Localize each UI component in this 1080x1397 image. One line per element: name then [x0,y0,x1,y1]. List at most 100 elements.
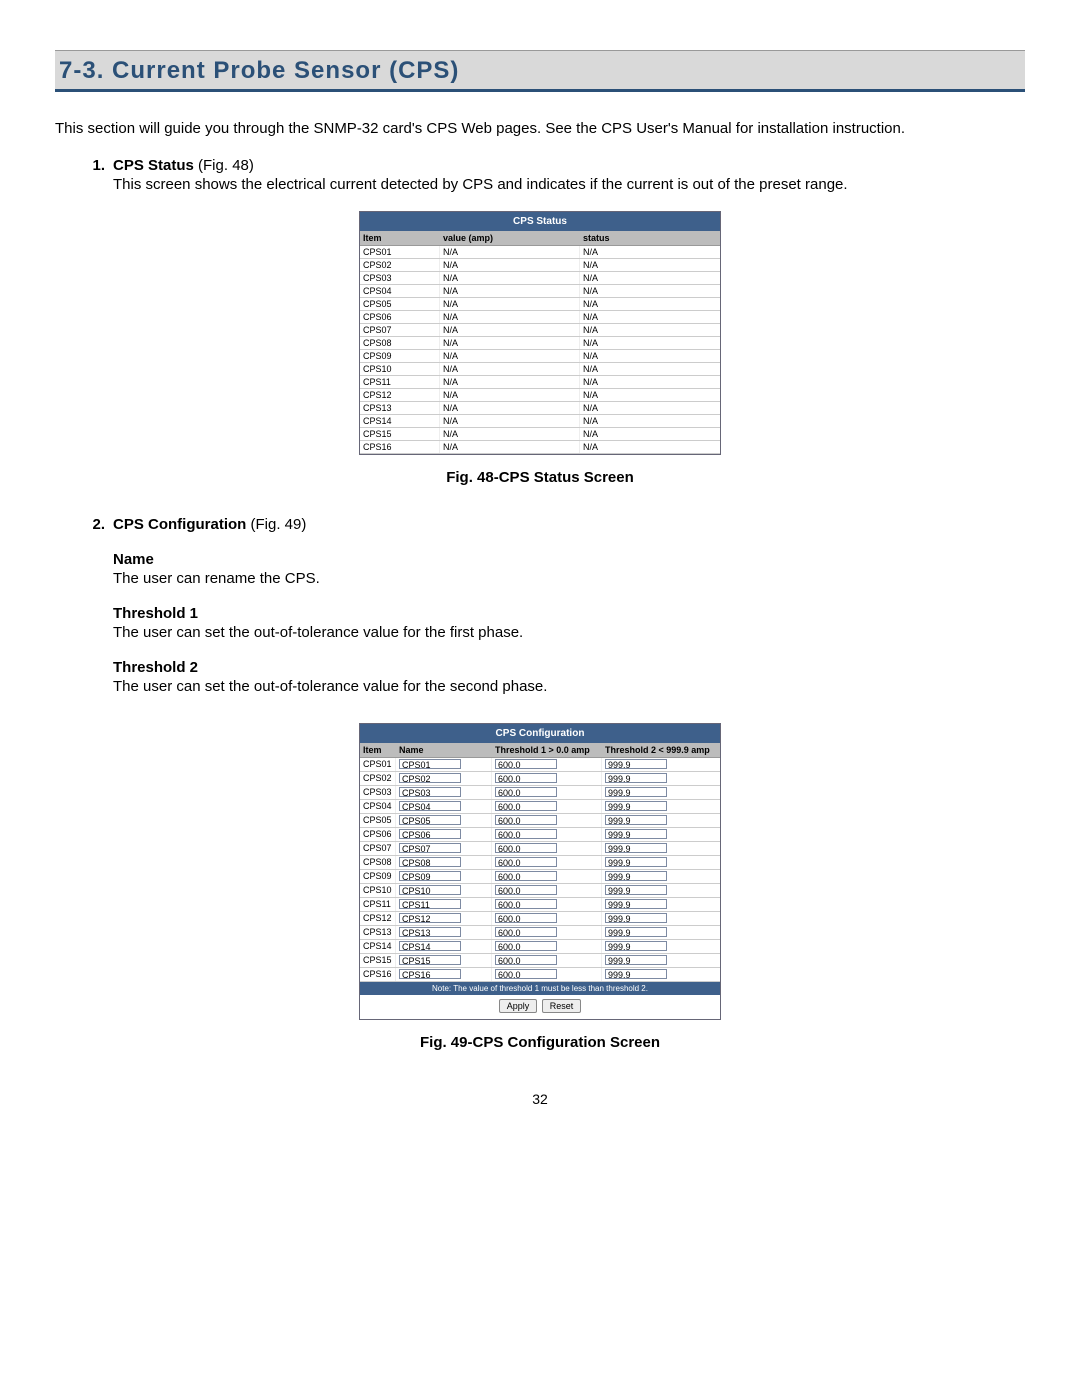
status-cell-status: N/A [580,415,720,427]
threshold1-input[interactable]: 600.0 [495,801,557,811]
status-cell-status: N/A [580,363,720,375]
threshold2-input[interactable]: 999.9 [605,857,667,867]
config-row: CPS12CPS12600.0999.9 [360,912,720,926]
name-input[interactable]: CPS10 [399,885,461,895]
cfg-cell-t1: 600.0 [492,758,602,771]
apply-button[interactable]: Apply [499,999,538,1013]
threshold2-input[interactable]: 999.9 [605,885,667,895]
cfg-cell-item: CPS07 [360,842,396,855]
threshold1-input[interactable]: 600.0 [495,857,557,867]
reset-button[interactable]: Reset [542,999,582,1013]
threshold1-input[interactable]: 600.0 [495,941,557,951]
threshold1-input[interactable]: 600.0 [495,969,557,979]
name-input[interactable]: CPS01 [399,759,461,769]
threshold1-input[interactable]: 600.0 [495,773,557,783]
threshold1-input[interactable]: 600.0 [495,871,557,881]
cfg-cell-t2: 999.9 [602,912,720,925]
section-heading: 7-3. Current Probe Sensor (CPS) [59,57,1021,85]
threshold2-input[interactable]: 999.9 [605,815,667,825]
cps-config-title: CPS Configuration [360,724,720,743]
threshold1-input[interactable]: 600.0 [495,899,557,909]
status-row: CPS14N/AN/A [360,415,720,428]
threshold1-input[interactable]: 600.0 [495,759,557,769]
threshold2-input[interactable]: 999.9 [605,899,667,909]
name-input[interactable]: CPS03 [399,787,461,797]
cfg-cell-name: CPS04 [396,800,492,813]
name-input[interactable]: CPS09 [399,871,461,881]
threshold1-input[interactable]: 600.0 [495,787,557,797]
cfg-cell-t1: 600.0 [492,772,602,785]
cfg-cell-t1: 600.0 [492,884,602,897]
name-input[interactable]: CPS14 [399,941,461,951]
threshold2-input[interactable]: 999.9 [605,927,667,937]
name-input[interactable]: CPS13 [399,927,461,937]
status-row: CPS05N/AN/A [360,298,720,311]
item2-title: CPS Configuration (Fig. 49) [113,516,306,533]
status-row: CPS09N/AN/A [360,350,720,363]
status-cell-item: CPS04 [360,285,440,297]
status-row: CPS16N/AN/A [360,441,720,454]
cfg-cell-t1: 600.0 [492,842,602,855]
config-row: CPS13CPS13600.0999.9 [360,926,720,940]
config-row: CPS06CPS06600.0999.9 [360,828,720,842]
threshold1-input[interactable]: 600.0 [495,913,557,923]
cfg-cell-name: CPS13 [396,926,492,939]
name-input[interactable]: CPS06 [399,829,461,839]
name-input[interactable]: CPS04 [399,801,461,811]
threshold2-input[interactable]: 999.9 [605,871,667,881]
threshold2-input[interactable]: 999.9 [605,969,667,979]
threshold1-input[interactable]: 600.0 [495,885,557,895]
name-input[interactable]: CPS08 [399,857,461,867]
cps-config-screen: CPS Configuration Item Name Threshold 1 … [359,723,721,1020]
cfg-cell-t1: 600.0 [492,786,602,799]
threshold2-input[interactable]: 999.9 [605,843,667,853]
status-row: CPS02N/AN/A [360,259,720,272]
config-row: CPS11CPS11 600.0 999.9 [360,898,720,912]
name-input[interactable]: CPS12 [399,913,461,923]
name-input[interactable]: CPS02 [399,773,461,783]
status-cell-item: CPS16 [360,441,440,453]
name-input[interactable]: CPS16 [399,969,461,979]
threshold1-input[interactable]: 600.0 [495,843,557,853]
name-input[interactable]: CPS05 [399,815,461,825]
threshold2-input[interactable]: 999.9 [605,787,667,797]
cfg-cell-name: CPS15 [396,954,492,967]
config-row: CPS03CPS03600.0999.9 [360,786,720,800]
sub-th2-text: The user can set the out-of-tolerance va… [113,678,1025,695]
cfg-cell-name: CPS14 [396,940,492,953]
threshold2-input[interactable]: 999.9 [605,829,667,839]
status-cell-value: N/A [440,441,580,453]
cfg-cell-item: CPS15 [360,954,396,967]
status-row: CPS11N/AN/A [360,376,720,389]
threshold1-input[interactable]: 600.0 [495,955,557,965]
sub-th1-head: Threshold 1 [113,605,1025,622]
status-cell-item: CPS15 [360,428,440,440]
name-input[interactable]: CPS11 [399,899,461,909]
threshold2-input[interactable]: 999.9 [605,759,667,769]
sub-name-text: The user can rename the CPS. [113,570,1025,587]
sub-th1-text: The user can set the out-of-tolerance va… [113,624,1025,641]
cfg-cell-name: CPS10 [396,884,492,897]
config-row: CPS07CPS07 600.0 999.9 [360,842,720,856]
cfg-cell-name: CPS16 [396,968,492,981]
status-cell-status: N/A [580,259,720,271]
name-input[interactable]: CPS07 [399,843,461,853]
threshold1-input[interactable]: 600.0 [495,829,557,839]
status-cell-value: N/A [440,415,580,427]
threshold2-input[interactable]: 999.9 [605,941,667,951]
config-row: CPS10CPS10600.0999.9 [360,884,720,898]
name-input[interactable]: CPS15 [399,955,461,965]
threshold1-input[interactable]: 600.0 [495,815,557,825]
cps-status-screen: CPS Status Item value (amp) status CPS01… [359,211,721,455]
status-row: CPS10N/AN/A [360,363,720,376]
threshold2-input[interactable]: 999.9 [605,955,667,965]
threshold2-input[interactable]: 999.9 [605,913,667,923]
cfg-cell-name: CPS06 [396,828,492,841]
cfg-cell-item: CPS11 [360,898,396,911]
threshold2-input[interactable]: 999.9 [605,773,667,783]
section-heading-bar: 7-3. Current Probe Sensor (CPS) [55,50,1025,92]
threshold1-input[interactable]: 600.0 [495,927,557,937]
threshold2-input[interactable]: 999.9 [605,801,667,811]
cfg-cell-name: CPS08 [396,856,492,869]
status-row: CPS13N/AN/A [360,402,720,415]
